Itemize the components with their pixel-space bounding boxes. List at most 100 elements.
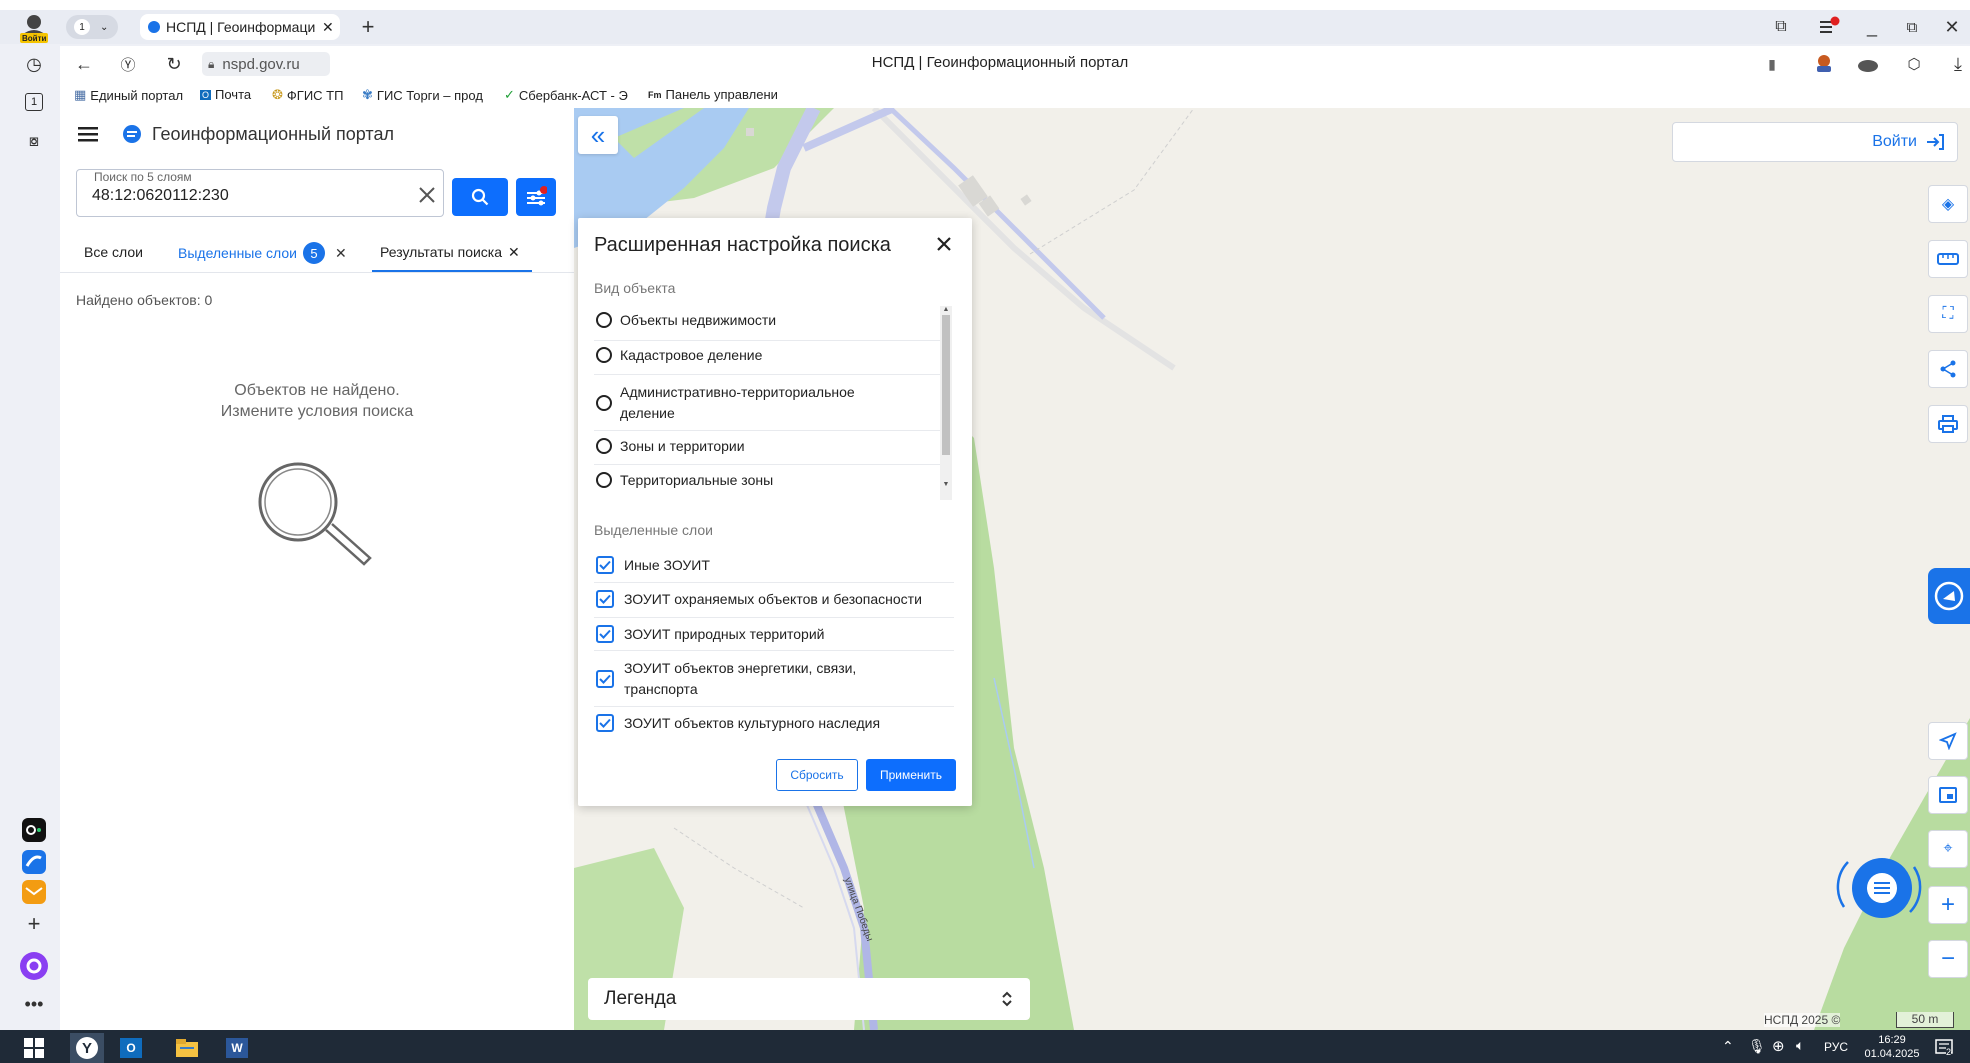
object-type-option[interactable]: Территориальные зоны [596,472,773,488]
tab-selected-layers[interactable]: Выделенные слои 5 ✕ [178,242,347,264]
option-label: Иные ЗОУИТ [624,557,710,573]
hamburger-menu-icon[interactable] [78,124,100,144]
rail-counter-button[interactable]: 1 [25,93,43,111]
tab-counter[interactable]: 1 ⌄ [66,15,118,39]
menu-notification-icon[interactable] [1816,14,1842,40]
feedback-tab-button[interactable] [1928,568,1970,624]
more-icon[interactable]: ••• [22,994,46,1014]
clock-time: 16:29 [1878,1034,1906,1046]
bookmark-item[interactable]: ▦ Единый портал [74,87,183,103]
screenshot-icon[interactable]: ⧇ [22,130,46,154]
reset-button[interactable]: Сбросить [776,759,858,791]
navigate-button[interactable] [1928,722,1968,760]
layer-checkbox-option[interactable]: ЗОУИТ объектов культурного наследия [596,714,880,732]
clear-search-icon[interactable] [416,184,438,206]
reload-icon[interactable]: ↻ [162,52,186,76]
restore-icon[interactable]: ⧉ [1900,14,1924,40]
close-window-icon[interactable]: ✕ [1940,14,1964,40]
network-icon[interactable]: ⊕ [1772,1037,1785,1055]
new-tab-button[interactable]: + [356,14,380,40]
outlook-taskbar-icon[interactable]: O [116,1035,146,1061]
yandex-browser-taskbar-icon[interactable]: Y [70,1033,104,1063]
checkbox [596,590,614,608]
volume-icon[interactable]: 🔈︎ [1796,1037,1804,1054]
bookmark-item[interactable]: ✾ ГИС Торги – прод [362,87,490,103]
minimap-button[interactable] [1928,776,1968,814]
windows-start-icon[interactable] [24,1038,44,1058]
apply-button[interactable]: Применить [866,759,956,791]
layer-checkbox-option[interactable]: Иные ЗОУИТ [596,556,710,574]
login-button[interactable]: Войти [1672,122,1958,162]
tab-all-layers[interactable]: Все слои [84,244,143,260]
messenger-app-icon[interactable] [22,850,46,874]
panel-icon: Fm [648,89,662,100]
tray-chevron-icon[interactable]: ⌃ [1722,1038,1734,1055]
share-icon [1940,360,1956,378]
bookmark-item[interactable]: O Почта [200,87,251,102]
list-scrollbar[interactable]: ▲ ▼ [940,306,952,500]
search-button[interactable] [452,178,508,216]
area-select-button[interactable]: ⛶ [1928,295,1968,333]
alice-app-icon[interactable] [22,818,46,842]
object-type-option[interactable]: Кадастровое деление [596,347,762,363]
close-icon[interactable]: ✕ [335,245,347,262]
object-type-option[interactable]: Зоны и территории [596,438,745,454]
scroll-up-icon[interactable]: ▲ [940,306,952,313]
tab-search-results[interactable]: Результаты поиска ✕ [380,244,520,261]
notification-count: 2 [1946,1047,1952,1057]
bookmark-item[interactable]: ✓ Сбербанк-АСТ - Э [504,87,636,103]
scrollbar-thumb[interactable] [942,315,950,455]
option-label: ЗОУИТ охраняемых объектов и безопасности [624,591,922,607]
microphone-icon[interactable]: 🎙︎ [1748,1038,1766,1055]
add-app-icon[interactable]: + [22,911,46,936]
clock[interactable]: 16:29 01.04.2025 [1860,1033,1924,1061]
notifications-icon[interactable]: 2 [1934,1037,1956,1059]
object-type-option[interactable]: Административно-территориальное деление [596,382,896,424]
minimize-icon[interactable]: _ [1860,14,1884,40]
history-icon[interactable]: ◷ [22,52,46,76]
search-icon [471,188,489,206]
portal-title: Геоинформационный портал [152,124,394,144]
print-button[interactable] [1928,405,1968,443]
browser-tab[interactable]: НСПД | Геоинформаци ✕ [140,14,340,40]
word-taskbar-icon[interactable]: W [222,1035,252,1061]
bookmark-icon[interactable]: ▮ [1760,52,1784,76]
tabs-icon[interactable]: ⧉ [1768,14,1794,40]
extension-1-icon[interactable] [1812,52,1836,76]
scroll-down-icon[interactable]: ▼ [940,481,952,488]
extension-3-icon[interactable]: ⬡ [1902,52,1926,76]
profile-button[interactable]: Войти [20,13,48,43]
bookmark-item[interactable]: Fm Панель управлени [648,87,780,102]
explorer-taskbar-icon[interactable] [172,1035,202,1061]
layer-checkbox-option[interactable]: ЗОУИТ объектов энергетики, связи, трансп… [596,658,906,700]
checkmark-icon [599,629,611,639]
extension-2-icon[interactable] [1856,52,1880,76]
layer-checkbox-option[interactable]: ЗОУИТ охраняемых объектов и безопасности [596,590,922,608]
close-icon [937,237,951,251]
layer-checkbox-option[interactable]: ЗОУИТ природных территорий [596,625,824,643]
layers-button[interactable]: ◈ [1928,185,1968,223]
option-label: ЗОУИТ объектов энергетики, связи, трансп… [624,660,857,697]
advanced-search-button[interactable] [516,178,556,216]
back-icon[interactable]: ← [72,52,96,76]
locate-button[interactable]: ⌖ [1928,830,1968,868]
close-icon[interactable]: ✕ [322,19,334,36]
close-icon[interactable]: ✕ [508,244,520,261]
dialog-close-button[interactable] [934,234,954,254]
download-icon[interactable]: ⤓ [1946,52,1970,76]
bookmark-item[interactable]: ❂ ФГИС ТП [272,87,343,103]
chat-button[interactable] [1834,852,1924,922]
alice-assistant-icon[interactable] [20,952,48,980]
yandex-icon[interactable]: Ⓨ [116,52,140,76]
mail-app-icon[interactable] [22,880,46,904]
collapse-panel-button[interactable]: « [578,116,618,154]
checkbox [596,670,614,688]
share-button[interactable] [1928,350,1968,388]
zoom-in-button[interactable]: + [1928,886,1968,924]
zoom-out-button[interactable]: − [1928,940,1968,978]
url-pill[interactable]: 🔒︎ nspd.gov.ru [202,52,330,76]
ruler-button[interactable] [1928,240,1968,278]
legend-panel[interactable]: Легенда [588,978,1030,1020]
object-type-option[interactable]: Объекты недвижимости [596,312,776,328]
language-indicator[interactable]: РУС [1824,1040,1848,1054]
